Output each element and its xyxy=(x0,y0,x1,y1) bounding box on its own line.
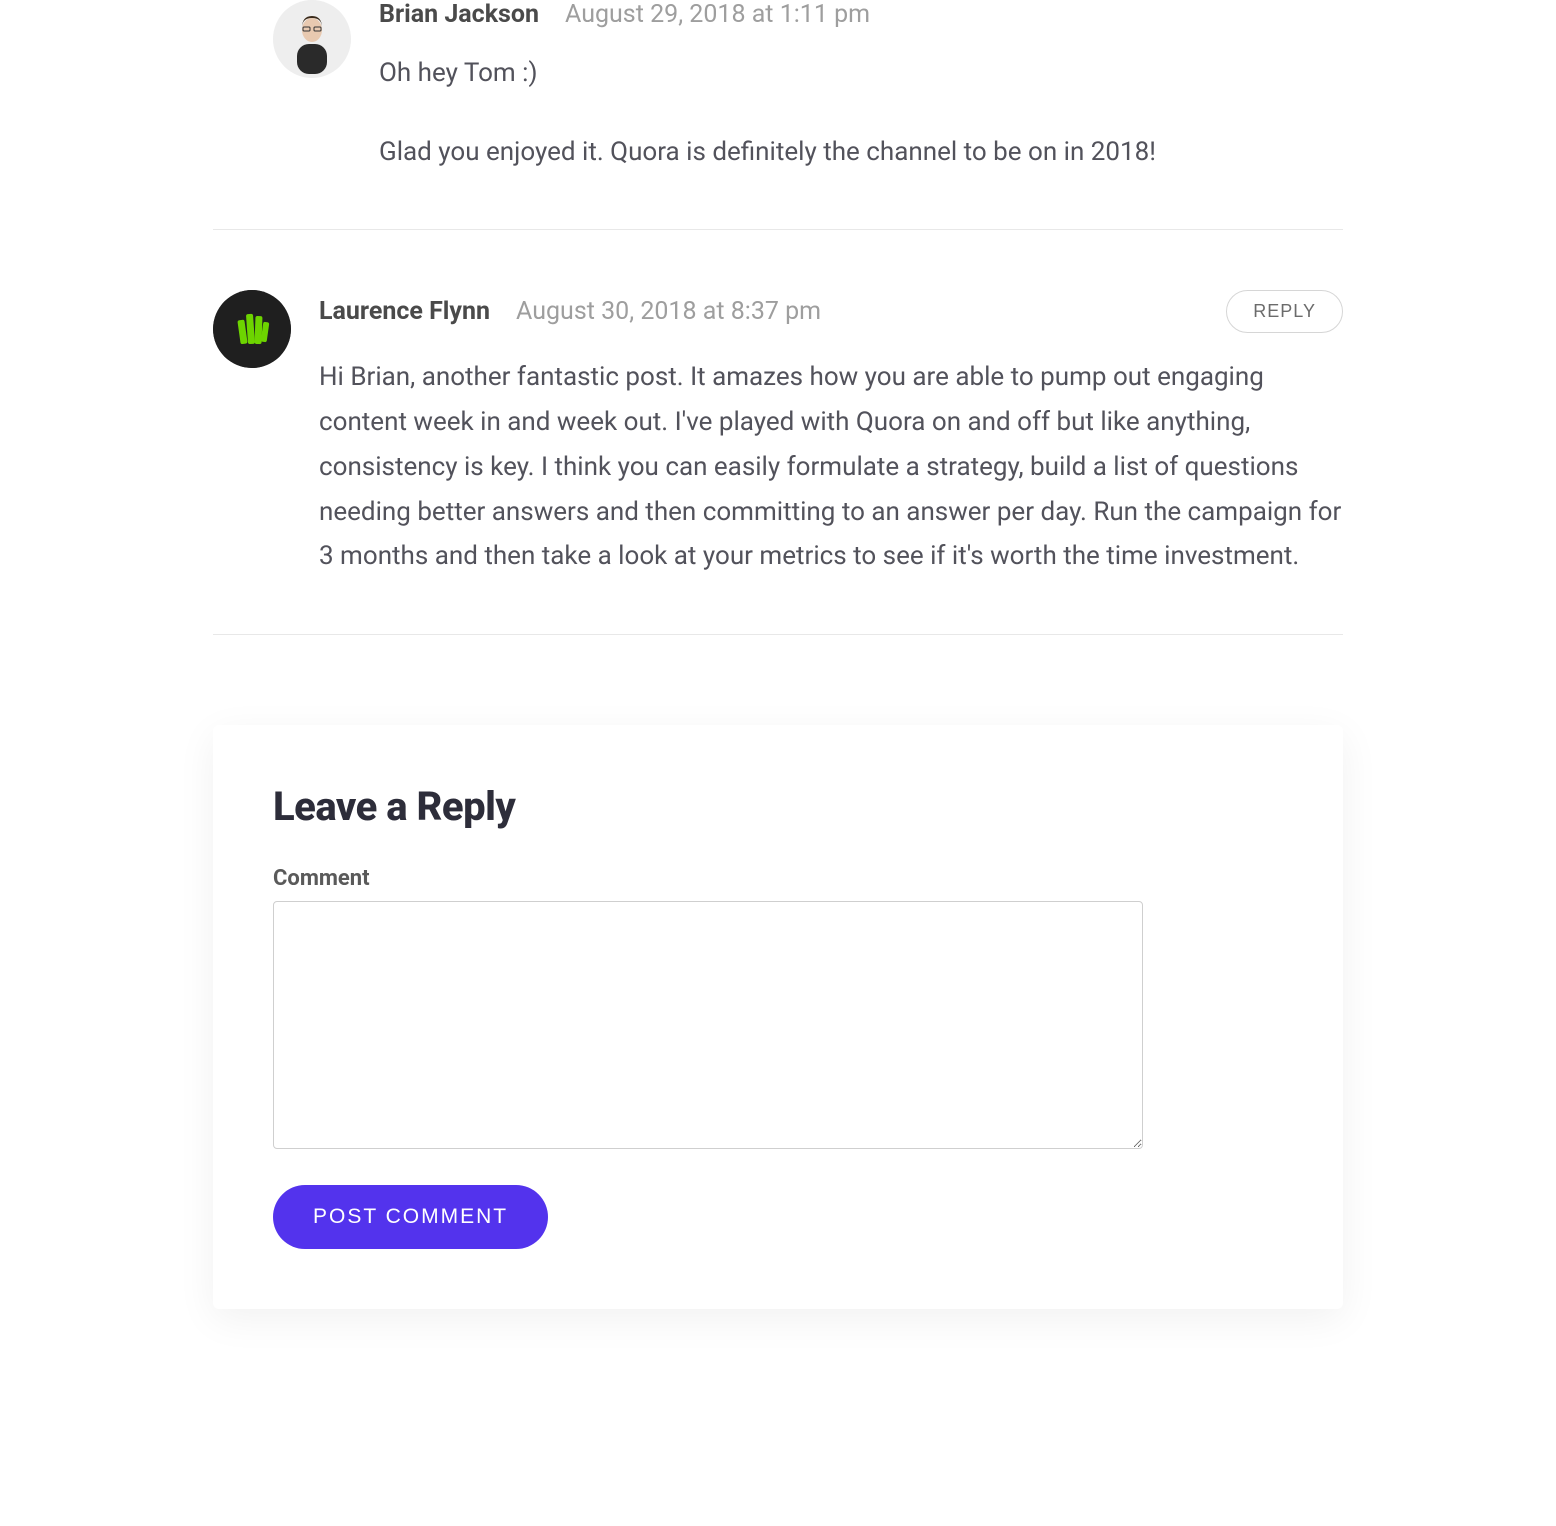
comment-paragraph: Hi Brian, another fantastic post. It ama… xyxy=(319,355,1343,579)
comment-author[interactable]: Brian Jackson xyxy=(379,0,539,29)
comment-text: Hi Brian, another fantastic post. It ama… xyxy=(319,355,1343,579)
comment-body: Laurence Flynn August 30, 2018 at 8:37 p… xyxy=(319,290,1343,579)
avatar xyxy=(213,290,291,368)
comment-textarea[interactable] xyxy=(273,901,1143,1149)
divider xyxy=(213,634,1343,635)
comment-text: Oh hey Tom :) Glad you enjoyed it. Quora… xyxy=(379,51,1343,174)
reply-form: Leave a Reply Comment POST COMMENT xyxy=(213,725,1343,1309)
comment-item: Laurence Flynn August 30, 2018 at 8:37 p… xyxy=(213,230,1343,634)
comment-item: Brian Jackson August 29, 2018 at 1:11 pm… xyxy=(213,0,1343,229)
comment-author[interactable]: Laurence Flynn xyxy=(319,297,490,326)
comment-paragraph: Glad you enjoyed it. Quora is definitely… xyxy=(379,130,1343,175)
comment-header: Brian Jackson August 29, 2018 at 1:11 pm xyxy=(379,0,1343,29)
comment-field-label: Comment xyxy=(273,866,1283,891)
avatar xyxy=(273,0,351,78)
comment-header: Laurence Flynn August 30, 2018 at 8:37 p… xyxy=(319,290,1343,333)
comment-body: Brian Jackson August 29, 2018 at 1:11 pm… xyxy=(379,0,1343,174)
comment-date[interactable]: August 30, 2018 at 8:37 pm xyxy=(516,297,821,326)
comment-paragraph: Oh hey Tom :) xyxy=(379,51,1343,96)
post-comment-button[interactable]: POST COMMENT xyxy=(273,1185,548,1249)
reply-form-title: Leave a Reply xyxy=(273,783,1283,830)
comment-date[interactable]: August 29, 2018 at 1:11 pm xyxy=(565,0,870,29)
reply-button[interactable]: REPLY xyxy=(1226,290,1343,333)
